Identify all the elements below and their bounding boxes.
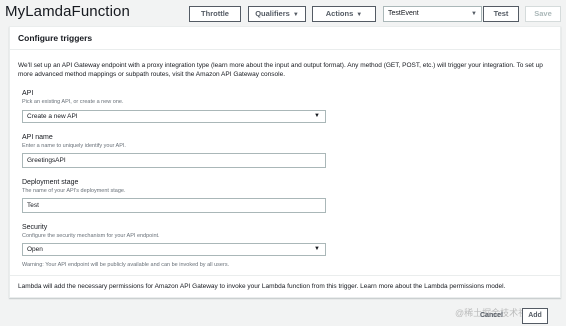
api-description: Pick an existing API, or create a new on…	[22, 99, 124, 105]
caret-down-icon: ▼	[356, 12, 363, 18]
panel-header: Configure triggers	[10, 27, 560, 50]
test-button-label: Test	[493, 9, 509, 18]
actions-button[interactable]: Actions ▼	[312, 6, 376, 22]
save-button[interactable]: Save	[525, 6, 561, 22]
intro-text: We'll set up an API Gateway endpoint wit…	[18, 62, 543, 78]
qualifiers-button-label: Qualifiers	[255, 9, 290, 18]
security-select-value: Open	[27, 246, 43, 253]
function-name-title: MyLamdaFunction	[5, 3, 130, 20]
save-button-label: Save	[534, 9, 552, 18]
caret-down-icon: ▼	[292, 12, 299, 18]
deployment-stage-label: Deployment stage	[22, 179, 79, 186]
throttle-button-label: Throttle	[201, 9, 229, 18]
caret-down-icon: ▼	[314, 113, 320, 119]
test-button[interactable]: Test	[483, 6, 519, 22]
api-name-label: API name	[22, 134, 53, 141]
panel-divider	[10, 275, 560, 276]
api-label: API	[22, 90, 34, 97]
security-select[interactable]: Open ▼	[22, 243, 326, 256]
api-name-description: Enter a name to uniquely identify your A…	[22, 143, 126, 149]
permissions-note: Lambda will add the necessary permission…	[18, 283, 506, 290]
caret-down-icon: ▼	[314, 246, 320, 252]
add-button[interactable]: Add	[522, 308, 548, 324]
test-event-value: TestEvent	[388, 10, 419, 17]
security-label: Security	[22, 224, 48, 231]
cancel-button[interactable]: Cancel	[480, 312, 503, 319]
configure-triggers-panel: Configure triggers We'll set up an API G…	[9, 26, 561, 298]
security-description: Configure the security mechanism for you…	[22, 233, 160, 239]
api-name-value: GreetingsAPI	[27, 157, 66, 164]
api-select-value: Create a new API	[27, 113, 78, 120]
deployment-stage-description: The name of your API's deployment stage.	[22, 188, 126, 194]
caret-down-icon: ▼	[471, 11, 477, 17]
security-warning: Warning: Your API endpoint will be publi…	[22, 262, 230, 268]
deployment-stage-value: Test	[27, 202, 39, 209]
deployment-stage-input[interactable]: Test	[22, 198, 326, 213]
qualifiers-button[interactable]: Qualifiers ▼	[248, 6, 306, 22]
top-bar: MyLamdaFunction Throttle Qualifiers ▼ Act…	[0, 0, 566, 26]
api-name-input[interactable]: GreetingsAPI	[22, 153, 326, 168]
throttle-button[interactable]: Throttle	[189, 6, 241, 22]
panel-title: Configure triggers	[18, 33, 93, 43]
api-select[interactable]: Create a new API ▼	[22, 110, 326, 123]
actions-button-label: Actions	[325, 9, 354, 18]
test-event-select[interactable]: TestEvent ▼	[383, 6, 482, 22]
